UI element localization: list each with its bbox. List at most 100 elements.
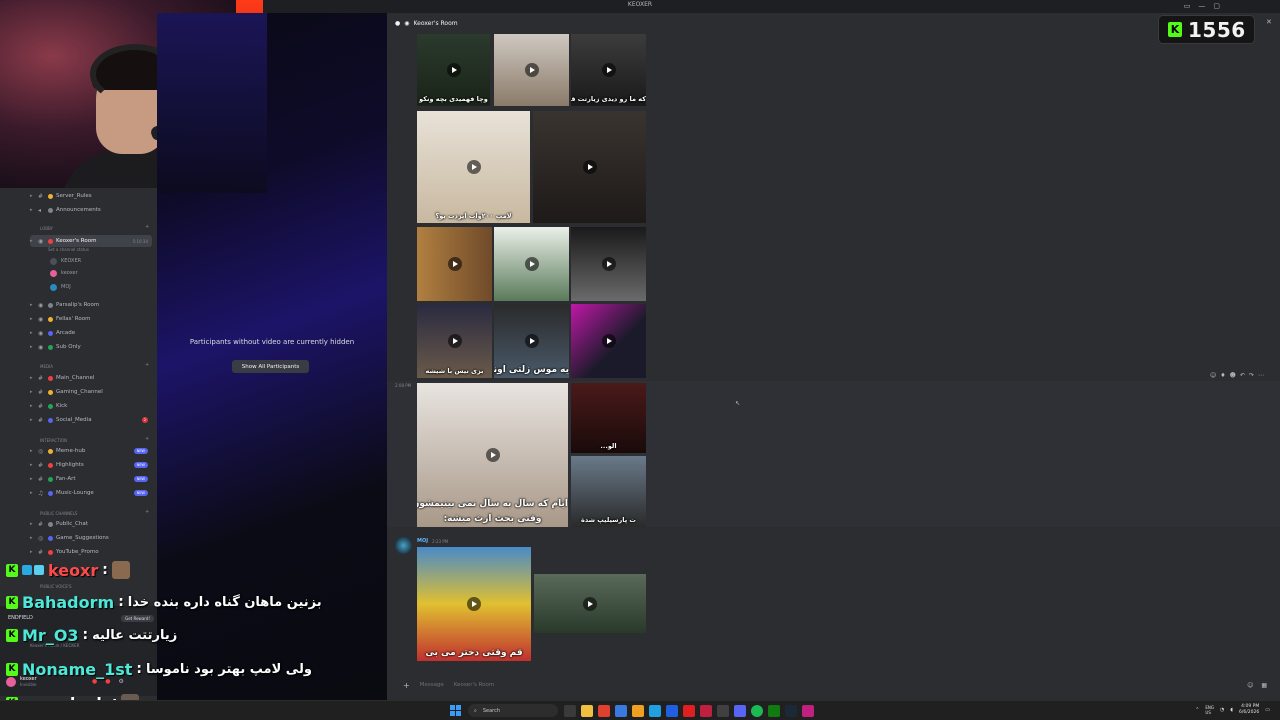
video-attachment[interactable] <box>534 574 646 633</box>
thumbs-up-icon[interactable]: ♦ <box>1220 372 1225 379</box>
channel-music-lounge[interactable]: ▸ ♫ Music-Lounge NEW <box>30 487 152 499</box>
voice-user[interactable]: keoxer <box>50 268 78 278</box>
channel-meme-hub[interactable]: ▸ ◎ Meme-hub NEW <box>30 445 152 457</box>
channel-announcements[interactable]: ▸ ◂ Announcements <box>30 204 152 216</box>
more-icon[interactable]: ⋯ <box>1258 372 1264 379</box>
edge-icon[interactable] <box>649 705 661 717</box>
voice-channel-arcade[interactable]: ▸ ◉ Arcade <box>30 327 152 339</box>
video-attachment[interactable]: ت پارسیلیپ شدة <box>571 456 646 527</box>
task-view-icon[interactable] <box>564 705 576 717</box>
category-public-voice[interactable]: PUBLIC VOICE'S <box>40 584 72 589</box>
volume-icon[interactable]: ◖ <box>1230 707 1233 713</box>
play-icon[interactable] <box>583 596 597 611</box>
attach-plus-icon[interactable]: + <box>403 681 410 690</box>
add-channel-icon[interactable]: + <box>145 224 149 230</box>
xbox-icon[interactable] <box>768 705 780 717</box>
play-icon[interactable] <box>446 63 461 77</box>
close-icon[interactable]: ✕ <box>1266 18 1272 26</box>
endfield-promo[interactable]: ENDFIELD Get Reward! <box>8 612 154 624</box>
maximize-icon[interactable]: ▢ <box>1213 2 1220 10</box>
add-channel-icon[interactable]: + <box>145 436 149 442</box>
message-composer[interactable]: + Message Keoxer's Room ☺ ▦ <box>395 677 1273 693</box>
notification-icon[interactable]: ▭ <box>1265 707 1270 713</box>
category-media[interactable]: MEDIA <box>40 364 53 369</box>
clock[interactable]: 4:09 PM 6/6/2026 <box>1239 704 1259 716</box>
steam-icon[interactable] <box>785 705 797 717</box>
video-attachment[interactable]: الو... <box>571 383 646 453</box>
play-icon[interactable] <box>601 334 616 348</box>
add-reaction-icon[interactable]: ☻ <box>1230 372 1236 379</box>
play-icon[interactable] <box>447 257 462 271</box>
app-icon[interactable] <box>615 705 627 717</box>
play-icon[interactable] <box>601 63 616 77</box>
play-icon[interactable] <box>524 334 539 348</box>
emoji-icon[interactable]: ☺ <box>1247 682 1253 689</box>
play-icon[interactable] <box>467 597 481 611</box>
voice-user[interactable]: KEOXER <box>50 256 81 266</box>
app-icon[interactable] <box>717 705 729 717</box>
add-channel-icon[interactable]: + <box>145 362 149 368</box>
channel-kick[interactable]: ▸ # Kick <box>30 400 152 412</box>
obs-icon[interactable] <box>802 705 814 717</box>
add-channel-icon[interactable]: + <box>145 509 149 515</box>
video-attachment[interactable]: بزی نیس با شیشه <box>417 304 492 378</box>
voice-channel-parsalips-room[interactable]: ▸ ◉ Parsalip's Room <box>30 299 152 311</box>
channel-fan-art[interactable]: ▸ # Fan-Art NEW <box>30 473 152 485</box>
minimize-icon[interactable]: — <box>1198 2 1205 10</box>
channel-game-suggestions[interactable]: ▸ ◎ Game_Suggestions <box>30 532 152 544</box>
play-icon[interactable] <box>466 160 481 174</box>
folder-icon[interactable] <box>632 705 644 717</box>
wifi-icon[interactable]: ◔ <box>1220 707 1224 713</box>
language-indicator[interactable]: ENG US <box>1205 705 1214 715</box>
video-attachment[interactable]: ایام که سال به سال نمی بینیمشون وقتی بحث… <box>417 383 568 527</box>
youtube-icon[interactable] <box>683 705 695 717</box>
apps-icon[interactable]: ▦ <box>1261 682 1267 689</box>
video-attachment[interactable]: یه موس زلتی اونج <box>494 304 569 378</box>
play-icon[interactable] <box>447 334 462 348</box>
file-explorer-icon[interactable] <box>581 705 593 717</box>
channel-main[interactable]: ▸ # Main_Channel <box>30 372 152 384</box>
voice-channel-keoxers-room[interactable]: ▸ ◉ Keoxer's Room 5:10:34 <box>30 235 152 247</box>
video-attachment[interactable]: قم وقتی دختر می بی <box>417 547 531 661</box>
channel-gaming[interactable]: ▸ # Gaming_Channel <box>30 386 152 398</box>
channel-status[interactable]: Set a channel status <box>48 247 89 252</box>
voice-channel-fellas-room[interactable]: ▸ ◉ Fellas' Room <box>30 313 152 325</box>
reply-icon[interactable]: ↶ <box>1240 372 1245 379</box>
video-attachment[interactable] <box>417 227 492 301</box>
chrome-icon[interactable] <box>598 705 610 717</box>
discord-icon[interactable] <box>734 705 746 717</box>
channel-youtube-promo[interactable]: ▸ # YouTube_Promo <box>30 546 152 558</box>
taskbar-search[interactable]: ⌕ Search <box>468 704 558 717</box>
play-icon[interactable] <box>485 448 500 462</box>
forward-icon[interactable]: ↷ <box>1249 372 1254 379</box>
video-attachment[interactable] <box>571 304 646 378</box>
video-attachment[interactable] <box>571 227 646 301</box>
start-button[interactable] <box>450 705 461 716</box>
play-icon[interactable] <box>524 257 539 271</box>
chevron-up-icon[interactable]: ⌃ <box>1195 707 1199 713</box>
channel-highlights[interactable]: ▸ # Highlights NEW <box>30 459 152 471</box>
avatar[interactable] <box>395 537 412 554</box>
play-icon[interactable] <box>601 257 616 271</box>
voice-channel-sub-only[interactable]: ▸ ◉ Sub Only <box>30 341 152 353</box>
app-icon[interactable] <box>666 705 678 717</box>
category-lobby[interactable]: LOBBY <box>40 226 53 231</box>
category-public-channels[interactable]: PUBLIC CHANNELS <box>40 511 77 516</box>
video-attachment[interactable] <box>494 227 569 301</box>
video-attachment[interactable]: وچا فهمیدی بچه ونکو <box>417 34 490 106</box>
get-reward-button[interactable]: Get Reward! <box>121 614 154 622</box>
video-attachment[interactable] <box>494 34 569 106</box>
channel-server-rules[interactable]: ▸ # Server_Rules <box>30 190 152 202</box>
spotify-icon[interactable] <box>751 705 763 717</box>
inbox-icon[interactable]: ▭ <box>1184 2 1191 10</box>
video-attachment[interactable] <box>533 111 646 223</box>
video-attachment[interactable]: لامپ ۲۰۰وات ایزدت بو؟ <box>417 111 530 223</box>
author-name[interactable]: MOJ <box>417 538 428 544</box>
channel-public-chat[interactable]: ▸ # Public_Chat <box>30 518 152 530</box>
show-all-participants-button[interactable]: Show All Participants <box>232 360 309 373</box>
play-icon[interactable] <box>582 160 597 174</box>
app-icon[interactable] <box>700 705 712 717</box>
emoji-reaction-icon[interactable]: ☺ <box>1210 372 1216 379</box>
play-icon[interactable] <box>524 63 539 77</box>
video-attachment[interactable]: که ما رو دیدی زیارتت قبول <box>571 34 646 106</box>
